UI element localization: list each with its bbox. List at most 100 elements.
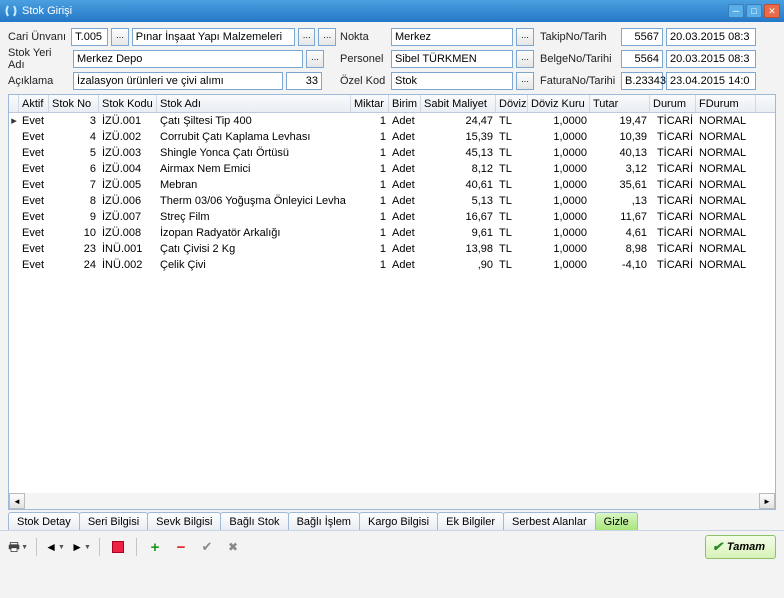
tab-serbest-alanlar[interactable]: Serbest Alanlar — [503, 512, 596, 530]
table-row[interactable]: Evet7İZÜ.005Mebran1Adet40,61TL1,000035,6… — [9, 177, 775, 193]
stock-grid[interactable]: Aktif Stok No Stok Kodu Stok Adı Miktar … — [8, 94, 776, 510]
personel-input[interactable]: Sibel TÜRKMEN — [391, 50, 513, 68]
stok-yeri-input[interactable]: Merkez Depo — [73, 50, 303, 68]
tab-sevk-bilgisi[interactable]: Sevk Bilgisi — [147, 512, 221, 530]
nav-next-button[interactable]: ►▼ — [71, 537, 91, 557]
ozel-kod-input[interactable]: Stok — [391, 72, 513, 90]
scroll-right-button[interactable]: ► — [759, 493, 775, 509]
grid-header-durum[interactable]: Durum — [650, 95, 696, 112]
grid-header-miktar[interactable]: Miktar — [351, 95, 389, 112]
list-button[interactable] — [108, 537, 128, 557]
cell-sabit: 16,67 — [421, 209, 496, 224]
tab-kargo-bilgisi[interactable]: Kargo Bilgisi — [359, 512, 438, 530]
grid-body[interactable]: ▸Evet3İZÜ.001Çatı Şiltesi Tip 4001Adet24… — [9, 113, 775, 493]
cell-fdurum: NORMAL — [696, 225, 756, 240]
cell-kodu: İZÜ.005 — [99, 177, 157, 192]
table-row[interactable]: Evet4İZÜ.002Corrubit Çatı Kaplama Levhas… — [9, 129, 775, 145]
tab-ek-bilgiler[interactable]: Ek Bilgiler — [437, 512, 504, 530]
row-indicator-icon — [9, 161, 19, 176]
ozel-kod-label: Özel Kod — [340, 75, 388, 87]
print-button[interactable]: ▼ — [8, 537, 28, 557]
delete-row-button[interactable]: − — [171, 537, 191, 557]
cari-kod-input[interactable]: T.005 — [71, 28, 108, 46]
grid-header-birim[interactable]: Birim — [389, 95, 421, 112]
tab-bağlı-stok[interactable]: Bağlı Stok — [220, 512, 288, 530]
table-row[interactable]: Evet5İZÜ.003Shingle Yonca Çatı Örtüsü1Ad… — [9, 145, 775, 161]
table-row[interactable]: Evet9İZÜ.007Streç Film1Adet16,67TL1,0000… — [9, 209, 775, 225]
cell-durum: TİCARİ — [650, 145, 696, 160]
table-row[interactable]: Evet8İZÜ.006Therm 03/06 Yoğuşma Önleyici… — [9, 193, 775, 209]
minimize-button[interactable]: ─ — [728, 4, 744, 18]
fatura-tarih-input[interactable]: 23.04.2015 14:0 — [666, 72, 756, 90]
grid-header-doviz[interactable]: Döviz — [496, 95, 528, 112]
plus-icon: + — [151, 539, 160, 556]
cell-no: 23 — [49, 241, 99, 256]
personel-lookup-button[interactable]: ⋯ — [516, 50, 534, 68]
belge-no-input[interactable]: 5564 — [621, 50, 663, 68]
row-indicator-icon: ▸ — [9, 113, 19, 128]
grid-header-tutar[interactable]: Tutar — [590, 95, 650, 112]
add-row-button[interactable]: + — [145, 537, 165, 557]
table-row[interactable]: ▸Evet3İZÜ.001Çatı Şiltesi Tip 4001Adet24… — [9, 113, 775, 129]
aciklama-input[interactable]: İzalasyon ürünleri ve çivi alımı — [73, 72, 283, 90]
table-row[interactable]: Evet24İNÜ.002Çelik Çivi1Adet,90TL1,0000-… — [9, 257, 775, 273]
cell-durum: TİCARİ — [650, 113, 696, 128]
check-icon: ✔ — [202, 539, 213, 555]
row-indicator-icon — [9, 145, 19, 160]
cell-tutar: 3,12 — [590, 161, 650, 176]
grid-header-aktif[interactable]: Aktif — [19, 95, 49, 112]
table-row[interactable]: Evet10İZÜ.008İzopan Radyatör Arkalığı1Ad… — [9, 225, 775, 241]
cross-icon: ✖ — [228, 540, 238, 554]
maximize-button[interactable]: □ — [746, 4, 762, 18]
cell-miktar: 1 — [351, 113, 389, 128]
tamam-button[interactable]: ✔ Tamam — [705, 535, 776, 559]
cari-kod-lookup-button[interactable]: ⋯ — [111, 28, 129, 46]
confirm-row-button[interactable]: ✔ — [197, 537, 217, 557]
grid-header-stokkodu[interactable]: Stok Kodu — [99, 95, 157, 112]
cell-adi: Mebran — [157, 177, 351, 192]
cell-miktar: 1 — [351, 193, 389, 208]
cell-tutar: ,13 — [590, 193, 650, 208]
scroll-track[interactable] — [25, 493, 759, 509]
grid-horizontal-scrollbar[interactable]: ◄ ► — [9, 493, 775, 509]
cari-unvani-input[interactable]: Pınar İnşaat Yapı Malzemeleri A.Ş — [132, 28, 295, 46]
tab-gizle[interactable]: Gizle — [595, 512, 638, 530]
grid-header-marker[interactable] — [9, 95, 19, 112]
tab-seri-bilgisi[interactable]: Seri Bilgisi — [79, 512, 148, 530]
takip-tarih-input[interactable]: 20.03.2015 08:3 — [666, 28, 756, 46]
nav-first-button[interactable]: ◄▼ — [45, 537, 65, 557]
cell-sabit: ,90 — [421, 257, 496, 272]
scroll-left-button[interactable]: ◄ — [9, 493, 25, 509]
nokta-lookup-button[interactable]: ⋯ — [516, 28, 534, 46]
stok-yeri-lookup-button[interactable]: ⋯ — [306, 50, 324, 68]
grid-header-fdurum[interactable]: FDurum — [696, 95, 756, 112]
cari-unvani-lookup-button[interactable]: ⋯ — [298, 28, 316, 46]
cell-miktar: 1 — [351, 257, 389, 272]
close-button[interactable]: ✕ — [764, 4, 780, 18]
cell-aktif: Evet — [19, 129, 49, 144]
row-indicator-icon — [9, 241, 19, 256]
belge-tarih-input[interactable]: 20.03.2015 08:3 — [666, 50, 756, 68]
table-row[interactable]: Evet23İNÜ.001Çatı Çivisi 2 Kg1Adet13,98T… — [9, 241, 775, 257]
cell-doviz: TL — [496, 225, 528, 240]
cell-durum: TİCARİ — [650, 129, 696, 144]
cell-tutar: -4,10 — [590, 257, 650, 272]
aciklama-no-input[interactable]: 33 — [286, 72, 322, 90]
cari-unvani-extra-button[interactable]: ⋯ — [318, 28, 336, 46]
fatura-no-input[interactable]: B.23343 — [621, 72, 663, 90]
row-indicator-icon — [9, 129, 19, 144]
table-row[interactable]: Evet6İZÜ.004Airmax Nem Emici1Adet8,12TL1… — [9, 161, 775, 177]
tab-stok-detay[interactable]: Stok Detay — [8, 512, 80, 530]
cell-fdurum: NORMAL — [696, 241, 756, 256]
ozel-kod-lookup-button[interactable]: ⋯ — [516, 72, 534, 90]
cancel-row-button[interactable]: ✖ — [223, 537, 243, 557]
grid-header-sabit[interactable]: Sabit Maliyet — [421, 95, 496, 112]
cell-no: 8 — [49, 193, 99, 208]
takip-no-input[interactable]: 5567 — [621, 28, 663, 46]
bottom-tabs: Stok DetaySeri BilgisiSevk BilgisiBağlı … — [0, 510, 784, 530]
grid-header-stokno[interactable]: Stok No — [49, 95, 99, 112]
nokta-input[interactable]: Merkez — [391, 28, 513, 46]
grid-header-stokadi[interactable]: Stok Adı — [157, 95, 351, 112]
grid-header-kur[interactable]: Döviz Kuru — [528, 95, 590, 112]
tab-bağlı-i̇şlem[interactable]: Bağlı İşlem — [288, 512, 360, 530]
